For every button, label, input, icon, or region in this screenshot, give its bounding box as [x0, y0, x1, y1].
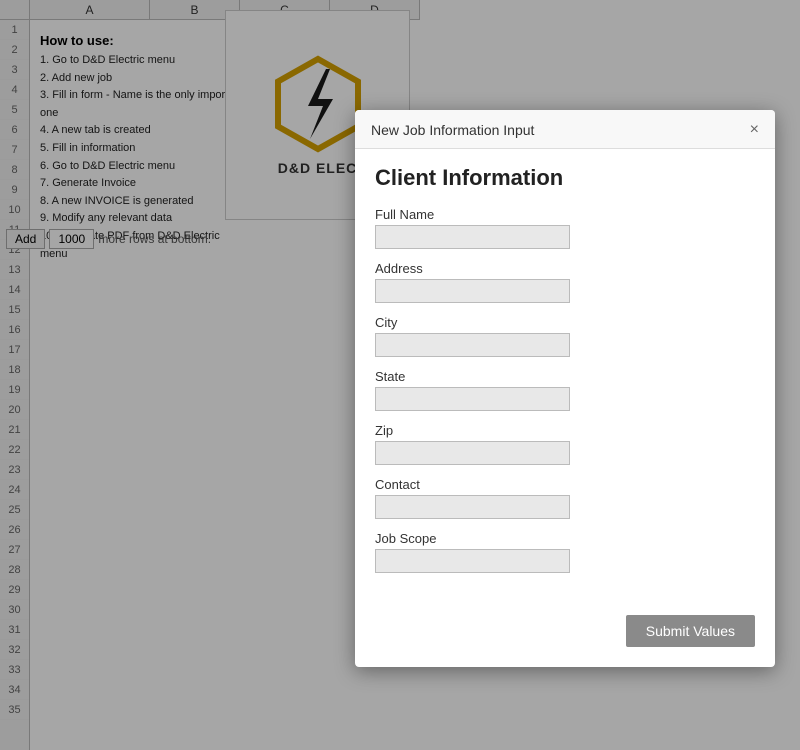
label-contact-input: Contact [375, 477, 755, 492]
zip-input[interactable] [375, 441, 570, 465]
label-state-input: State [375, 369, 755, 384]
city-input[interactable] [375, 333, 570, 357]
modal-footer: Submit Values [355, 605, 775, 667]
submit-button[interactable]: Submit Values [626, 615, 755, 647]
form-group-address-input: Address [375, 261, 755, 303]
form-group-contact-input: Contact [375, 477, 755, 519]
address-input[interactable] [375, 279, 570, 303]
form-group-job-scope-input: Job Scope [375, 531, 755, 573]
contact-input[interactable] [375, 495, 570, 519]
modal-header: New Job Information Input × [355, 110, 775, 149]
label-full-name-input: Full Name [375, 207, 755, 222]
modal-title: New Job Information Input [371, 122, 534, 138]
form-group-zip-input: Zip [375, 423, 755, 465]
full-name-input[interactable] [375, 225, 570, 249]
label-address-input: Address [375, 261, 755, 276]
label-zip-input: Zip [375, 423, 755, 438]
modal-body: Client Information Full Name Address City S… [355, 149, 775, 605]
job-scope-input[interactable] [375, 549, 570, 573]
label-city-input: City [375, 315, 755, 330]
form-fields: Full Name Address City State Zip Contact Job S… [375, 207, 755, 573]
section-heading: Client Information [375, 165, 755, 191]
form-group-state-input: State [375, 369, 755, 411]
form-group-city-input: City [375, 315, 755, 357]
new-job-modal: New Job Information Input × Client Infor… [355, 110, 775, 667]
form-group-full-name-input: Full Name [375, 207, 755, 249]
state-input[interactable] [375, 387, 570, 411]
modal-close-button[interactable]: × [750, 122, 759, 138]
label-job-scope-input: Job Scope [375, 531, 755, 546]
